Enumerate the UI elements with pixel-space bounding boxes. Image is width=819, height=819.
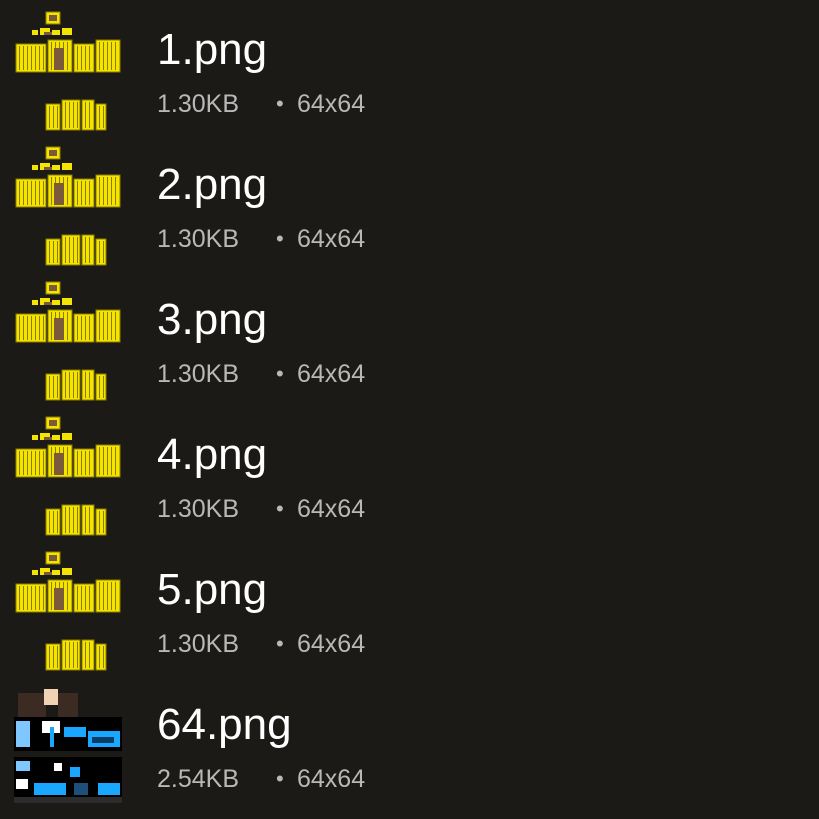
file-dimensions: 64x64	[297, 495, 366, 523]
file-row-3[interactable]: 3.png 1.30KB • 64x64	[0, 270, 819, 405]
separator-dot: •	[276, 631, 284, 656]
separator-dot: •	[276, 766, 284, 791]
gold-armor-thumbnail	[14, 413, 122, 537]
file-size: 1.30KB	[157, 630, 240, 658]
file-meta: 1.30KB • 64x64	[157, 223, 457, 255]
file-name: 3.png	[157, 295, 268, 344]
file-name: 1.png	[157, 25, 268, 74]
file-meta: 2.54KB • 64x64	[157, 763, 457, 795]
separator-dot: •	[276, 361, 284, 386]
file-name: 4.png	[157, 430, 268, 479]
file-dimensions: 64x64	[297, 630, 366, 658]
file-size: 1.30KB	[157, 495, 240, 523]
file-name: 2.png	[157, 160, 268, 209]
file-row-2[interactable]: 2.png 1.30KB • 64x64	[0, 135, 819, 270]
separator-dot: •	[276, 226, 284, 251]
file-dimensions: 64x64	[297, 225, 366, 253]
separator-dot: •	[276, 91, 284, 116]
file-meta: 1.30KB • 64x64	[157, 358, 457, 390]
file-name: 5.png	[157, 565, 268, 614]
file-row-5[interactable]: 5.png 1.30KB • 64x64	[0, 540, 819, 675]
file-size: 2.54KB	[157, 765, 240, 793]
file-row-6[interactable]: 64.png 2.54KB • 64x64	[0, 675, 819, 810]
file-meta: 1.30KB • 64x64	[157, 493, 457, 525]
file-size: 1.30KB	[157, 360, 240, 388]
file-meta: 1.30KB • 64x64	[157, 88, 457, 120]
gold-armor-thumbnail	[14, 278, 122, 402]
file-dimensions: 64x64	[297, 360, 366, 388]
file-list: 1.png 1.30KB • 64x64 2.png 1.30KB • 64x6…	[0, 0, 819, 819]
file-size: 1.30KB	[157, 225, 240, 253]
file-dimensions: 64x64	[297, 90, 366, 118]
separator-dot: •	[276, 496, 284, 521]
file-size: 1.30KB	[157, 90, 240, 118]
gold-armor-thumbnail	[14, 8, 122, 132]
file-dimensions: 64x64	[297, 765, 366, 793]
file-name: 64.png	[157, 700, 292, 749]
gold-armor-thumbnail	[14, 548, 122, 672]
file-row-4[interactable]: 4.png 1.30KB • 64x64	[0, 405, 819, 540]
blue-skin-thumbnail	[14, 683, 122, 807]
file-row-1[interactable]: 1.png 1.30KB • 64x64	[0, 0, 819, 135]
file-meta: 1.30KB • 64x64	[157, 628, 457, 660]
gold-armor-thumbnail	[14, 143, 122, 267]
